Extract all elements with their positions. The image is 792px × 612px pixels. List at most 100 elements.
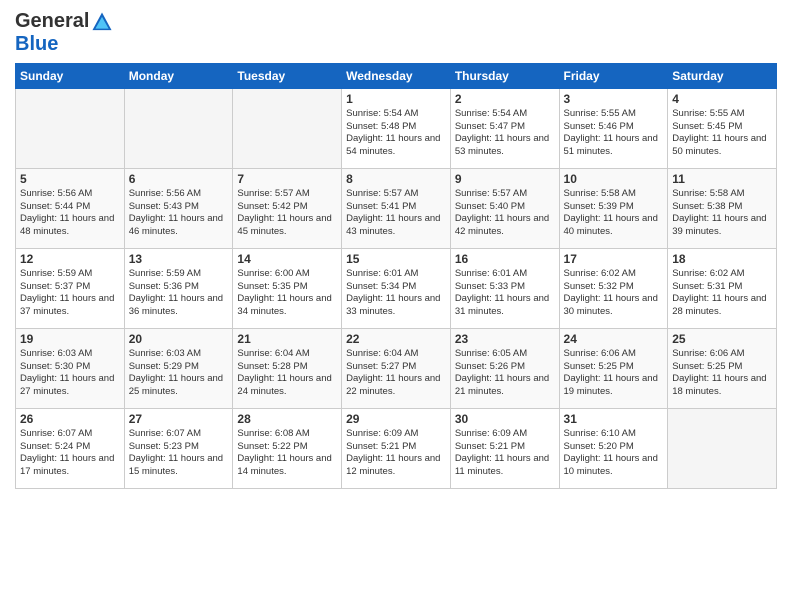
calendar-day-cell <box>16 88 125 168</box>
day-info: Sunrise: 6:06 AMSunset: 5:25 PMDaylight:… <box>564 348 664 399</box>
calendar-day-cell: 31Sunrise: 6:10 AMSunset: 5:20 PMDayligh… <box>559 408 668 488</box>
day-info: Sunrise: 5:56 AMSunset: 5:43 PMDaylight:… <box>129 188 229 239</box>
day-info: Sunrise: 6:01 AMSunset: 5:34 PMDaylight:… <box>346 268 446 319</box>
day-number: 27 <box>129 412 229 426</box>
calendar-day-cell: 30Sunrise: 6:09 AMSunset: 5:21 PMDayligh… <box>450 408 559 488</box>
calendar-day-cell: 25Sunrise: 6:06 AMSunset: 5:25 PMDayligh… <box>668 328 777 408</box>
calendar-day-cell: 20Sunrise: 6:03 AMSunset: 5:29 PMDayligh… <box>124 328 233 408</box>
calendar-day-cell: 10Sunrise: 5:58 AMSunset: 5:39 PMDayligh… <box>559 168 668 248</box>
day-number: 4 <box>672 92 772 106</box>
day-number: 22 <box>346 332 446 346</box>
day-info: Sunrise: 6:06 AMSunset: 5:25 PMDaylight:… <box>672 348 772 399</box>
calendar-day-cell: 13 Sunrise: 5:59 AMSunset: 5:36 PMDayligh… <box>124 248 233 328</box>
calendar-day-cell: 29Sunrise: 6:09 AMSunset: 5:21 PMDayligh… <box>342 408 451 488</box>
day-info: Sunrise: 6:02 AMSunset: 5:31 PMDaylight:… <box>672 268 772 319</box>
calendar-day-cell: 11Sunrise: 5:58 AMSunset: 5:38 PMDayligh… <box>668 168 777 248</box>
calendar-day-cell: 2 Sunrise: 5:54 AMSunset: 5:47 PMDaylight… <box>450 88 559 168</box>
day-number: 19 <box>20 332 120 346</box>
calendar-col-header: Saturday <box>668 63 777 88</box>
calendar-week-row: 1 Sunrise: 5:54 AMSunset: 5:48 PMDaylight… <box>16 88 777 168</box>
logo: General Blue <box>15 10 113 55</box>
calendar-col-header: Sunday <box>16 63 125 88</box>
calendar-table: SundayMondayTuesdayWednesdayThursdayFrid… <box>15 63 777 489</box>
logo-blue: Blue <box>15 33 113 55</box>
calendar-week-row: 5 Sunrise: 5:56 AMSunset: 5:44 PMDaylight… <box>16 168 777 248</box>
calendar-day-cell: 3 Sunrise: 5:55 AMSunset: 5:46 PMDaylight… <box>559 88 668 168</box>
calendar-day-cell: 22Sunrise: 6:04 AMSunset: 5:27 PMDayligh… <box>342 328 451 408</box>
calendar-day-cell: 15 Sunrise: 6:01 AMSunset: 5:34 PMDayligh… <box>342 248 451 328</box>
calendar-day-cell: 7 Sunrise: 5:57 AMSunset: 5:42 PMDaylight… <box>233 168 342 248</box>
day-info: Sunrise: 5:59 AMSunset: 5:37 PMDaylight:… <box>20 268 120 319</box>
day-info: Sunrise: 6:07 AMSunset: 5:24 PMDaylight:… <box>20 428 120 479</box>
calendar-week-row: 12 Sunrise: 5:59 AMSunset: 5:37 PMDayligh… <box>16 248 777 328</box>
day-number: 5 <box>20 172 120 186</box>
day-info: Sunrise: 6:02 AMSunset: 5:32 PMDaylight:… <box>564 268 664 319</box>
day-number: 6 <box>129 172 229 186</box>
day-number: 20 <box>129 332 229 346</box>
day-number: 15 <box>346 252 446 266</box>
calendar-day-cell: 1 Sunrise: 5:54 AMSunset: 5:48 PMDaylight… <box>342 88 451 168</box>
calendar-col-header: Tuesday <box>233 63 342 88</box>
day-number: 8 <box>346 172 446 186</box>
day-number: 12 <box>20 252 120 266</box>
day-number: 31 <box>564 412 664 426</box>
day-number: 21 <box>237 332 337 346</box>
calendar-col-header: Monday <box>124 63 233 88</box>
day-info: Sunrise: 5:57 AMSunset: 5:40 PMDaylight:… <box>455 188 555 239</box>
day-info: Sunrise: 6:04 AMSunset: 5:28 PMDaylight:… <box>237 348 337 399</box>
logo-general: General <box>15 10 89 32</box>
logo-icon <box>91 11 113 33</box>
day-info: Sunrise: 5:56 AMSunset: 5:44 PMDaylight:… <box>20 188 120 239</box>
calendar-day-cell: 19 Sunrise: 6:03 AMSunset: 5:30 PMDayligh… <box>16 328 125 408</box>
day-number: 26 <box>20 412 120 426</box>
day-info: Sunrise: 5:55 AMSunset: 5:45 PMDaylight:… <box>672 108 772 159</box>
day-info: Sunrise: 5:57 AMSunset: 5:42 PMDaylight:… <box>237 188 337 239</box>
day-info: Sunrise: 6:01 AMSunset: 5:33 PMDaylight:… <box>455 268 555 319</box>
calendar-day-cell: 17Sunrise: 6:02 AMSunset: 5:32 PMDayligh… <box>559 248 668 328</box>
calendar-day-cell: 21 Sunrise: 6:04 AMSunset: 5:28 PMDayligh… <box>233 328 342 408</box>
calendar-day-cell: 28 Sunrise: 6:08 AMSunset: 5:22 PMDayligh… <box>233 408 342 488</box>
day-info: Sunrise: 5:59 AMSunset: 5:36 PMDaylight:… <box>129 268 229 319</box>
day-info: Sunrise: 6:00 AMSunset: 5:35 PMDaylight:… <box>237 268 337 319</box>
calendar-day-cell: 6 Sunrise: 5:56 AMSunset: 5:43 PMDaylight… <box>124 168 233 248</box>
calendar-col-header: Friday <box>559 63 668 88</box>
calendar-day-cell: 9Sunrise: 5:57 AMSunset: 5:40 PMDaylight… <box>450 168 559 248</box>
day-info: Sunrise: 6:03 AMSunset: 5:30 PMDaylight:… <box>20 348 120 399</box>
calendar-day-cell: 18 Sunrise: 6:02 AMSunset: 5:31 PMDayligh… <box>668 248 777 328</box>
day-number: 18 <box>672 252 772 266</box>
calendar-header-row: SundayMondayTuesdayWednesdayThursdayFrid… <box>16 63 777 88</box>
calendar-day-cell: 14 Sunrise: 6:00 AMSunset: 5:35 PMDayligh… <box>233 248 342 328</box>
day-info: Sunrise: 6:05 AMSunset: 5:26 PMDaylight:… <box>455 348 555 399</box>
calendar-day-cell: 12 Sunrise: 5:59 AMSunset: 5:37 PMDayligh… <box>16 248 125 328</box>
day-number: 2 <box>455 92 555 106</box>
calendar-day-cell <box>233 88 342 168</box>
day-number: 3 <box>564 92 664 106</box>
day-info: Sunrise: 6:08 AMSunset: 5:22 PMDaylight:… <box>237 428 337 479</box>
day-number: 7 <box>237 172 337 186</box>
day-number: 14 <box>237 252 337 266</box>
calendar-day-cell: 4 Sunrise: 5:55 AMSunset: 5:45 PMDaylight… <box>668 88 777 168</box>
day-number: 28 <box>237 412 337 426</box>
day-number: 29 <box>346 412 446 426</box>
calendar-col-header: Thursday <box>450 63 559 88</box>
calendar-week-row: 26 Sunrise: 6:07 AMSunset: 5:24 PMDayligh… <box>16 408 777 488</box>
day-number: 1 <box>346 92 446 106</box>
calendar-day-cell: 24 Sunrise: 6:06 AMSunset: 5:25 PMDayligh… <box>559 328 668 408</box>
day-info: Sunrise: 6:07 AMSunset: 5:23 PMDaylight:… <box>129 428 229 479</box>
day-info: Sunrise: 5:58 AMSunset: 5:38 PMDaylight:… <box>672 188 772 239</box>
day-info: Sunrise: 6:09 AMSunset: 5:21 PMDaylight:… <box>455 428 555 479</box>
calendar-day-cell: 23 Sunrise: 6:05 AMSunset: 5:26 PMDayligh… <box>450 328 559 408</box>
day-info: Sunrise: 5:58 AMSunset: 5:39 PMDaylight:… <box>564 188 664 239</box>
day-number: 24 <box>564 332 664 346</box>
calendar-col-header: Wednesday <box>342 63 451 88</box>
day-info: Sunrise: 5:54 AMSunset: 5:47 PMDaylight:… <box>455 108 555 159</box>
day-number: 13 <box>129 252 229 266</box>
calendar-day-cell: 8 Sunrise: 5:57 AMSunset: 5:41 PMDaylight… <box>342 168 451 248</box>
day-number: 23 <box>455 332 555 346</box>
day-number: 16 <box>455 252 555 266</box>
day-info: Sunrise: 5:57 AMSunset: 5:41 PMDaylight:… <box>346 188 446 239</box>
day-info: Sunrise: 5:54 AMSunset: 5:48 PMDaylight:… <box>346 108 446 159</box>
calendar-day-cell: 16 Sunrise: 6:01 AMSunset: 5:33 PMDayligh… <box>450 248 559 328</box>
page-header: General Blue <box>15 10 777 55</box>
day-info: Sunrise: 5:55 AMSunset: 5:46 PMDaylight:… <box>564 108 664 159</box>
